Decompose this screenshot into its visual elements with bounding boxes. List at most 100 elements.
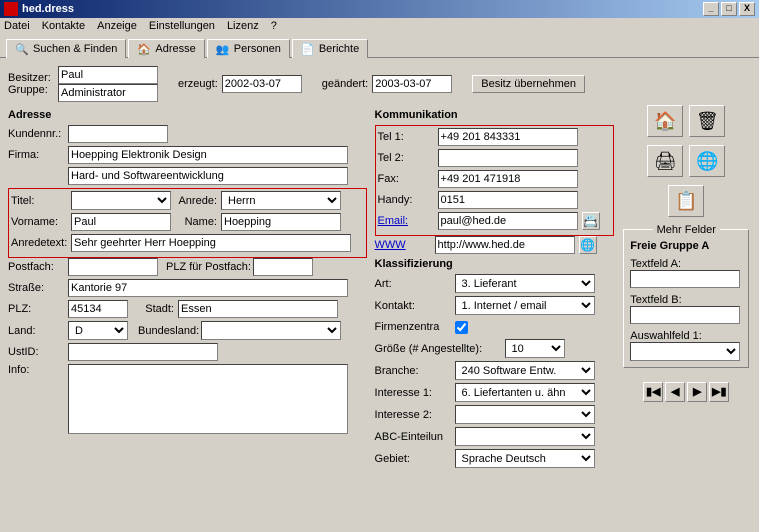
interesse1-select[interactable]: 6. Liefertanten u. ähn: [455, 383, 595, 402]
abc-label: ABC-Einteilun: [375, 431, 455, 443]
anredetext-field[interactable]: [71, 234, 351, 252]
interesse2-label: Interesse 2:: [375, 409, 455, 421]
branche-select[interactable]: 240 Software Entw.: [455, 361, 595, 380]
home-icon: 🏠: [654, 111, 676, 132]
left-column: Adresse Kundennr.: Firma: Titel: Anrede:…: [8, 105, 367, 471]
kontakt-select[interactable]: 1. Internet / email: [455, 296, 595, 315]
textfeld-b-field[interactable]: [630, 306, 740, 324]
print-button[interactable]: 🖨: [647, 145, 683, 177]
auswahlfeld1-select[interactable]: [630, 342, 740, 361]
tabbar: 🔍Suchen & Finden 🏠Adresse 👥Personen 📄Ber…: [0, 34, 759, 58]
close-button[interactable]: X: [739, 2, 755, 16]
bundesland-select[interactable]: [201, 321, 341, 340]
tab-suchen[interactable]: 🔍Suchen & Finden: [6, 39, 126, 58]
interesse2-select[interactable]: [455, 405, 595, 424]
minimize-button[interactable]: _: [703, 2, 719, 16]
menu-einstellungen[interactable]: Einstellungen: [149, 20, 215, 32]
maximize-button[interactable]: □: [721, 2, 737, 16]
strasse-field[interactable]: [68, 279, 348, 297]
adresse-head: Adresse: [8, 109, 367, 121]
globe2-icon: 🌐: [696, 151, 718, 172]
land-select[interactable]: D: [68, 321, 128, 340]
right-column: 🏠 🗑 🖨 🌐 📋 Mehr Felder Freie Gruppe A Tex…: [622, 105, 751, 471]
titel-select[interactable]: [71, 191, 171, 210]
firmenzentrale-check[interactable]: [455, 321, 468, 334]
email-field[interactable]: [438, 212, 578, 230]
kundennr-field[interactable]: [68, 125, 168, 143]
copy-button[interactable]: 📋: [668, 185, 704, 217]
menu-lizenz[interactable]: Lizenz: [227, 20, 259, 32]
mehr-felder-legend: Mehr Felder: [653, 224, 720, 236]
globe-icon[interactable]: 🌐: [579, 236, 597, 254]
art-label: Art:: [375, 278, 455, 290]
menu-kontakte[interactable]: Kontakte: [42, 20, 85, 32]
firma-field[interactable]: [68, 146, 348, 164]
nav-buttons: ▮◀ ◀ ▶ ▶▮: [643, 382, 729, 402]
tab-berichte[interactable]: 📄Berichte: [292, 39, 368, 58]
info-field[interactable]: [68, 364, 348, 434]
menu-datei[interactable]: Datei: [4, 20, 30, 32]
postfach-field[interactable]: [68, 258, 158, 276]
gebiet-select[interactable]: Sprache Deutsch: [455, 449, 595, 468]
stadt-field[interactable]: [178, 300, 338, 318]
firma2-field[interactable]: [68, 167, 348, 185]
ustid-field[interactable]: [68, 343, 218, 361]
app-icon: [4, 2, 18, 16]
titlebar: hed.dress _ □ X: [0, 0, 759, 18]
plz-field[interactable]: [68, 300, 128, 318]
abc-select[interactable]: [455, 427, 595, 446]
www-label[interactable]: WWW: [375, 239, 435, 251]
freie-gruppe-a: Freie Gruppe A: [630, 240, 742, 252]
interesse1-label: Interesse 1:: [375, 387, 455, 399]
trash-button[interactable]: 🗑: [689, 105, 725, 137]
gruppe-field[interactable]: [58, 84, 158, 102]
firmenzentrale-label: Firmenzentra: [375, 321, 455, 333]
firma-label: Firma:: [8, 149, 68, 161]
erzeugt-field[interactable]: [222, 75, 302, 93]
tel2-field[interactable]: [438, 149, 578, 167]
nav-last[interactable]: ▶▮: [709, 382, 729, 402]
besitzer-field[interactable]: [58, 66, 158, 84]
globe-button[interactable]: 🌐: [689, 145, 725, 177]
tab-adresse[interactable]: 🏠Adresse: [128, 39, 204, 58]
plz-postfach-field[interactable]: [253, 258, 313, 276]
home-button[interactable]: 🏠: [647, 105, 683, 137]
textfeld-a-field[interactable]: [630, 270, 740, 288]
kontakt-label: Kontakt:: [375, 300, 455, 312]
anrede-select[interactable]: Herrn: [221, 191, 341, 210]
anrede-label: Anrede:: [171, 195, 221, 207]
email-label[interactable]: Email:: [378, 215, 438, 227]
groesse-select[interactable]: 10: [505, 339, 565, 358]
tab-personen[interactable]: 👥Personen: [207, 39, 290, 58]
kundennr-label: Kundennr.:: [8, 128, 68, 140]
trash-icon: 🗑: [696, 111, 719, 132]
owner-row: Besitzer: Gruppe: erzeugt: geändert: Bes…: [8, 66, 751, 102]
name-group-highlight: Titel: Anrede: Herrn Vorname: Name: Anre…: [8, 188, 367, 258]
textfeld-b-label: Textfeld B:: [630, 294, 742, 306]
handy-field[interactable]: [438, 191, 578, 209]
fax-label: Fax:: [378, 173, 438, 185]
land-label: Land:: [8, 325, 68, 337]
geaendert-field[interactable]: [372, 75, 452, 93]
art-select[interactable]: 3. Lieferant: [455, 274, 595, 293]
tel2-label: Tel 2:: [378, 152, 438, 164]
card-icon[interactable]: 📇: [582, 212, 600, 230]
nav-prev[interactable]: ◀: [665, 382, 685, 402]
report-icon: 📄: [301, 43, 315, 55]
vorname-label: Vorname:: [11, 216, 71, 228]
erzeugt-label: erzeugt:: [178, 78, 218, 90]
plz-postfach-label: PLZ für Postfach:: [166, 261, 251, 273]
tel1-field[interactable]: [438, 128, 578, 146]
mid-column: Kommunikation Tel 1: Tel 2: Fax: Handy: …: [375, 105, 614, 471]
takeover-button[interactable]: Besitz übernehmen: [472, 75, 585, 93]
nav-first[interactable]: ▮◀: [643, 382, 663, 402]
house-icon: 🏠: [137, 43, 151, 55]
www-field[interactable]: [435, 236, 575, 254]
fax-field[interactable]: [438, 170, 578, 188]
menu-help[interactable]: ?: [271, 20, 277, 32]
name-field[interactable]: [221, 213, 341, 231]
vorname-field[interactable]: [71, 213, 171, 231]
komm-highlight: Tel 1: Tel 2: Fax: Handy: Email: 📇: [375, 125, 614, 236]
nav-next[interactable]: ▶: [687, 382, 707, 402]
menu-anzeige[interactable]: Anzeige: [97, 20, 137, 32]
